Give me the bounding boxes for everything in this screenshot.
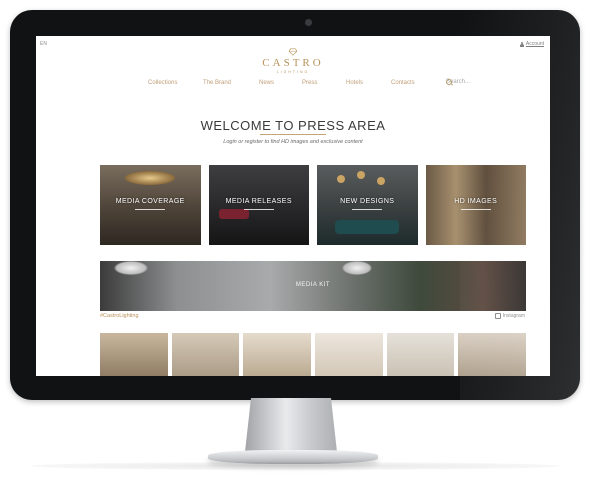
armchair-image — [218, 209, 249, 219]
diamond-icon — [289, 48, 297, 56]
screen: EN Account CASTRO LIGHTING Collections T… — [36, 36, 550, 376]
instagram-post[interactable] — [243, 333, 312, 376]
tile-divider — [352, 209, 383, 210]
webcam-icon — [305, 19, 312, 26]
tile-media-coverage[interactable]: MEDIA COVERAGE — [100, 165, 201, 245]
wall-lamp-image — [337, 175, 345, 183]
title-divider — [260, 134, 326, 135]
site-logo[interactable]: CASTRO LIGHTING — [36, 48, 550, 74]
instagram-post[interactable] — [386, 333, 455, 376]
page-subtitle: Login or register to find HD images and … — [223, 139, 363, 145]
wall-lamp-image — [357, 171, 365, 179]
nav-item-press[interactable]: Press — [302, 80, 317, 86]
wall-lamp-image — [377, 177, 385, 185]
media-kit-banner[interactable]: MEDIA KIT — [100, 261, 526, 311]
nav-item-the-brand[interactable]: The Brand — [203, 80, 231, 86]
banner-label: MEDIA KIT — [295, 282, 331, 288]
nav-item-contacts[interactable]: Contacts — [391, 80, 415, 86]
instagram-icon — [494, 313, 501, 319]
tile-label: MEDIA RELEASES — [225, 198, 292, 205]
nav-item-collections[interactable]: Collections — [148, 80, 177, 86]
tile-divider — [243, 209, 274, 210]
page-title: WELCOME TO PRESS AREA — [200, 118, 386, 133]
monitor-frame: EN Account CASTRO LIGHTING Collections T… — [10, 10, 580, 400]
instagram-post[interactable] — [100, 333, 168, 376]
instagram-hashtag[interactable]: #CastroLighting — [100, 313, 139, 319]
account-label: Account — [525, 41, 544, 47]
floor-shadow — [30, 462, 560, 470]
tile-divider — [460, 209, 491, 210]
chandelier-image — [125, 171, 175, 185]
tile-divider — [135, 209, 166, 210]
monitor-stand — [245, 398, 337, 452]
category-tiles: MEDIA COVERAGE MEDIA RELEASES NEW DESIGN… — [100, 165, 526, 245]
instagram-post[interactable] — [315, 333, 383, 376]
instagram-post[interactable] — [458, 333, 527, 376]
chandelier-image — [342, 261, 372, 275]
instagram-link[interactable]: Instagram — [494, 313, 525, 319]
logo-text: CASTRO — [262, 57, 324, 69]
tile-new-designs[interactable]: NEW DESIGNS — [317, 165, 418, 245]
sofa-image — [335, 220, 399, 234]
tile-label: MEDIA COVERAGE — [115, 198, 185, 205]
language-selector[interactable]: EN — [40, 41, 47, 47]
account-link[interactable]: Account — [519, 41, 544, 47]
search-icon[interactable] — [446, 79, 452, 85]
tile-media-releases[interactable]: MEDIA RELEASES — [208, 165, 309, 245]
instagram-feed — [100, 333, 527, 376]
instagram-post[interactable] — [171, 333, 240, 376]
tile-label: NEW DESIGNS — [340, 198, 395, 205]
chandelier-image — [114, 261, 148, 275]
tile-hd-images[interactable]: HD IMAGES — [425, 165, 526, 245]
logo-subtext: LIGHTING — [276, 70, 310, 74]
instagram-label: Instagram — [502, 313, 525, 319]
nav-item-news[interactable]: News — [259, 80, 274, 86]
nav-item-hotels[interactable]: Hotels — [346, 80, 363, 86]
user-icon — [519, 41, 524, 47]
tile-label: HD IMAGES — [454, 198, 498, 205]
